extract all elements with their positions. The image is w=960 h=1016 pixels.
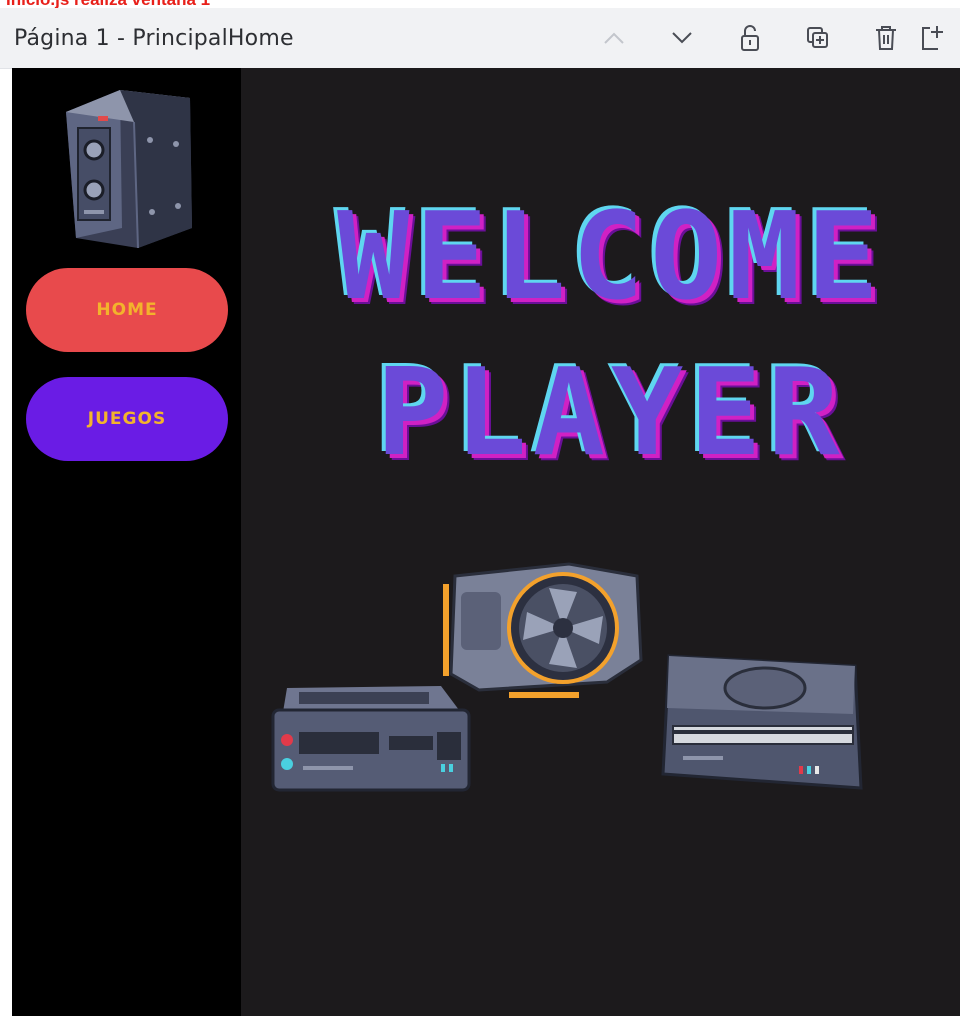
trash-icon: [876, 26, 896, 50]
main-content: WELCOME PLAYER: [241, 68, 960, 1016]
lock-icon: [741, 25, 759, 51]
retro-console-icon: [271, 686, 471, 792]
home-nav-button[interactable]: HOME: [26, 268, 228, 352]
design-canvas[interactable]: HOME JUEGOS WELCOME PLAYER: [12, 68, 960, 1016]
disc-drive-icon: [661, 654, 863, 790]
welcome-heading-line1: WELCOME: [337, 188, 885, 327]
welcome-heading-line2: PLAYER: [376, 344, 846, 483]
add-page-icon: [922, 26, 943, 50]
chevron-up-icon: [604, 32, 624, 44]
add-page-button[interactable]: [920, 8, 960, 68]
chevron-down-icon: [672, 32, 692, 44]
duplicate-icon: [807, 27, 828, 48]
pc-tower-icon: [66, 90, 192, 249]
sidebar: HOME JUEGOS: [12, 68, 241, 1016]
move-page-up-button[interactable]: [580, 8, 648, 68]
move-page-down-button[interactable]: [648, 8, 716, 68]
page-title: Página 1 - PrincipalHome: [14, 25, 294, 51]
juegos-nav-button[interactable]: JUEGOS: [26, 377, 228, 461]
delete-page-button[interactable]: [852, 8, 920, 68]
duplicate-page-button[interactable]: [784, 8, 852, 68]
lock-page-button[interactable]: [716, 8, 784, 68]
page-toolbar: [580, 8, 960, 68]
page-header: Página 1 - PrincipalHome: [0, 8, 960, 69]
